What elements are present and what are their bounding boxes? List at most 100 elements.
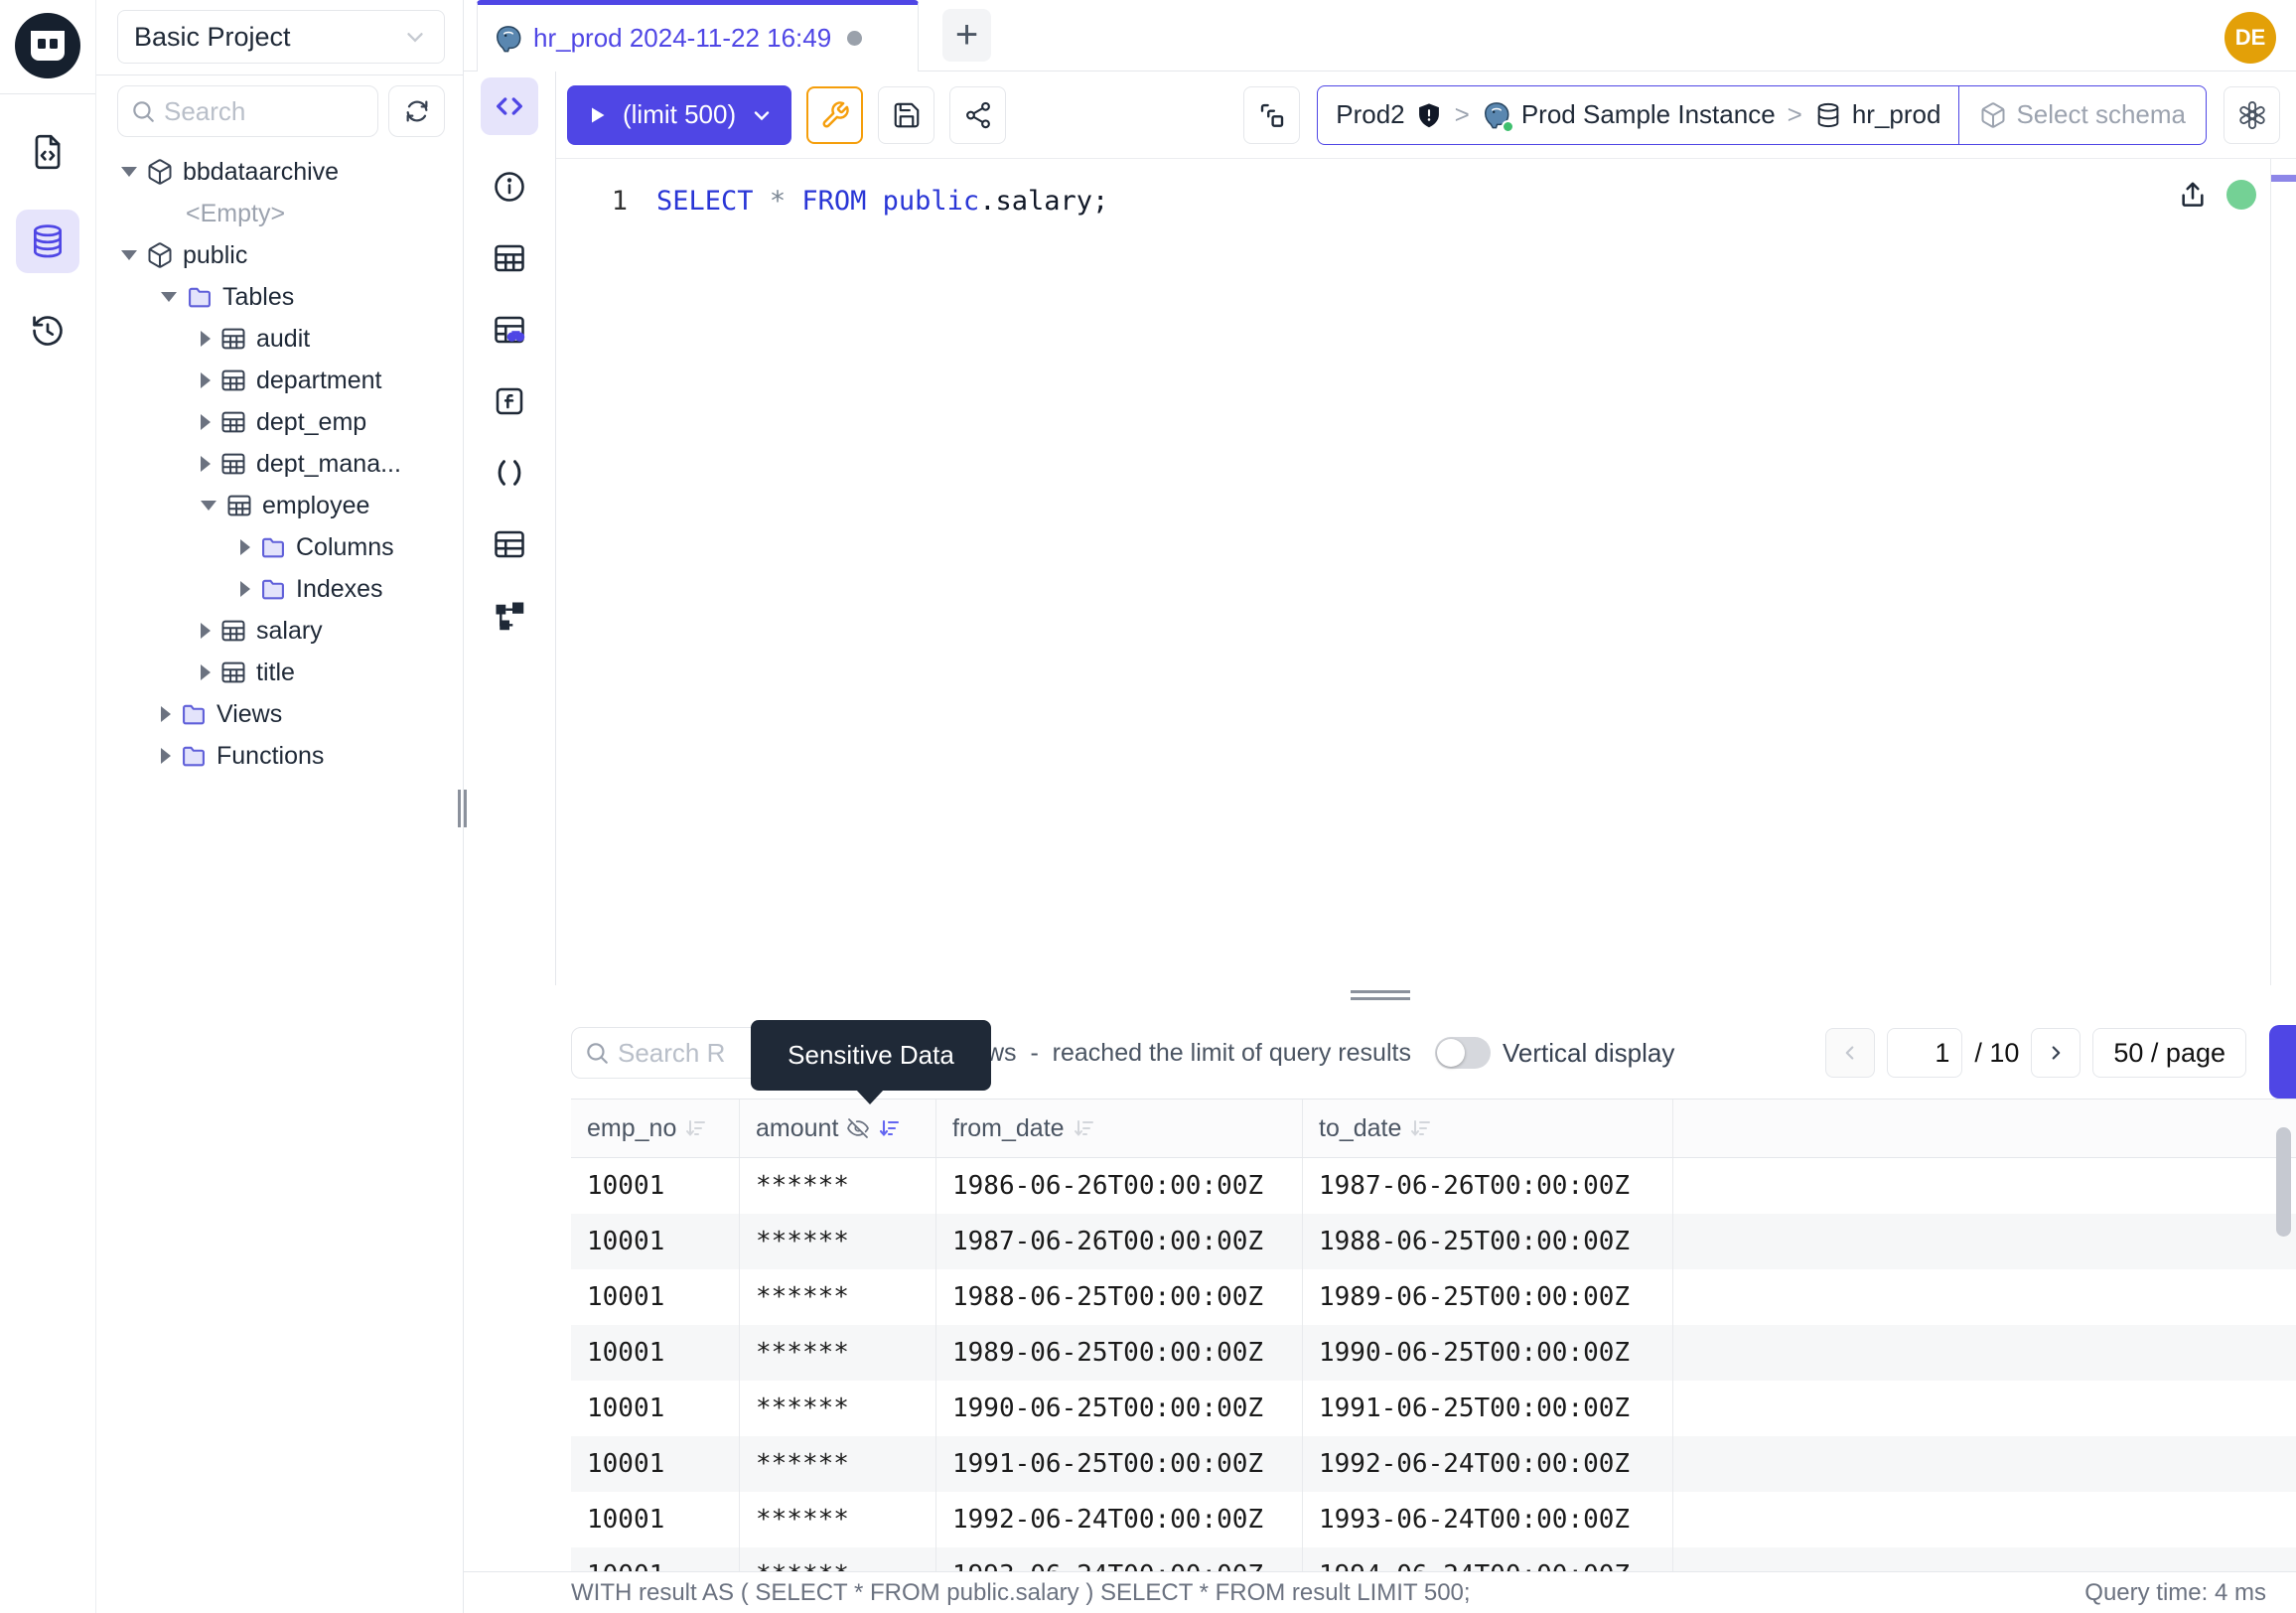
sort-icon[interactable] — [684, 1116, 708, 1140]
schema-selector[interactable]: Select schema — [1958, 86, 2206, 144]
tree-item-columns[interactable]: Columns — [96, 526, 463, 568]
results-table: emp_no amount — [571, 1099, 2296, 1571]
caret-down-icon[interactable] — [161, 292, 177, 302]
sidebar-resize-handle[interactable] — [458, 790, 468, 827]
caret-right-icon[interactable] — [161, 706, 171, 722]
info-pane-button[interactable] — [490, 167, 529, 207]
table-row[interactable]: 10001******1993-06-24T00:00:00Z1994-06-2… — [571, 1547, 2296, 1571]
worksheet-nav-button[interactable] — [16, 120, 79, 184]
table-row[interactable]: 10001******1989-06-25T00:00:00Z1990-06-2… — [571, 1325, 2296, 1381]
tree-item-department[interactable]: department — [96, 360, 463, 401]
table-row[interactable]: 10001******1992-06-24T00:00:00Z1993-06-2… — [571, 1492, 2296, 1547]
tree-item-dept-mana-[interactable]: dept_mana... — [96, 443, 463, 485]
tree-item-audit[interactable]: audit — [96, 318, 463, 360]
caret-down-icon[interactable] — [201, 501, 216, 511]
procedures-pane-button[interactable] — [490, 453, 529, 493]
chevron-down-icon[interactable] — [750, 103, 774, 127]
share-sheet-button[interactable] — [949, 86, 1006, 144]
masked-data-pane-button[interactable] — [490, 310, 529, 350]
table-cell — [1673, 1547, 2296, 1571]
sidebar-search-input[interactable] — [164, 96, 365, 127]
page-size-select[interactable]: 50 / page — [2092, 1028, 2246, 1078]
history-nav-button[interactable] — [16, 299, 79, 363]
sql-editor[interactable]: 1 SELECT * FROM public.salary; — [556, 159, 2296, 985]
caret-right-icon[interactable] — [201, 623, 211, 639]
bytebase-logo[interactable] — [13, 11, 82, 80]
caret-right-icon[interactable] — [201, 414, 211, 430]
code-brackets-icon — [493, 89, 526, 123]
next-page-button[interactable] — [2031, 1028, 2081, 1078]
prev-page-button[interactable] — [1825, 1028, 1875, 1078]
caret-right-icon[interactable] — [161, 748, 171, 764]
editor-scrollbar[interactable] — [2270, 159, 2296, 985]
caret-down-icon[interactable] — [121, 250, 137, 260]
table-row[interactable]: 10001******1990-06-25T00:00:00Z1991-06-2… — [571, 1381, 2296, 1436]
caret-down-icon[interactable] — [121, 167, 137, 177]
table-icon — [490, 240, 529, 276]
database-nav-button[interactable] — [16, 210, 79, 273]
tables-pane-button[interactable] — [490, 238, 529, 278]
column-header-amount[interactable]: amount — [740, 1100, 936, 1157]
tree-item-public[interactable]: public — [96, 234, 463, 276]
caret-right-icon[interactable] — [201, 456, 211, 472]
add-tab-button[interactable]: + — [942, 9, 991, 62]
refresh-icon — [403, 97, 431, 125]
external-tables-pane-button[interactable] — [490, 524, 529, 564]
tree-item-tables[interactable]: Tables — [96, 276, 463, 318]
caret-right-icon[interactable] — [201, 331, 211, 347]
tree-item-indexes[interactable]: Indexes — [96, 568, 463, 610]
tree-item-employee[interactable]: employee — [96, 485, 463, 526]
schema-diagram-pane-button[interactable] — [490, 596, 529, 636]
sort-icon[interactable] — [1409, 1116, 1433, 1140]
tree-item-title[interactable]: title — [96, 652, 463, 693]
save-sheet-button[interactable] — [878, 86, 934, 144]
table-row[interactable]: 10001******1987-06-26T00:00:00Z1988-06-2… — [571, 1214, 2296, 1269]
ai-assistant-button[interactable] — [2224, 86, 2280, 144]
tree-item-label: Tables — [222, 283, 294, 312]
table-row[interactable]: 10001******1988-06-25T00:00:00Z1989-06-2… — [571, 1269, 2296, 1325]
unsaved-dot-icon — [847, 31, 862, 46]
column-header-to-date[interactable]: to_date — [1303, 1100, 1673, 1157]
caret-right-icon[interactable] — [201, 372, 211, 388]
caret-right-icon[interactable] — [201, 664, 211, 680]
caret-right-icon[interactable] — [240, 581, 250, 597]
tree-item--empty-[interactable]: <Empty> — [96, 193, 463, 234]
sort-icon-active[interactable] — [878, 1116, 902, 1140]
table-row[interactable]: 10001******1991-06-25T00:00:00Z1992-06-2… — [571, 1436, 2296, 1492]
refresh-schema-button[interactable] — [388, 85, 445, 137]
tree-item-views[interactable]: Views — [96, 693, 463, 735]
tree-item-salary[interactable]: salary — [96, 610, 463, 652]
page-number-input[interactable] — [1887, 1028, 1962, 1078]
column-header-emp-no[interactable]: emp_no — [571, 1100, 740, 1157]
results-scrollbar-thumb[interactable] — [2276, 1127, 2291, 1237]
vertical-display-toggle[interactable] — [1435, 1037, 1491, 1069]
eye-off-icon[interactable] — [846, 1116, 870, 1140]
query-options-button[interactable] — [806, 86, 863, 144]
column-header-from-date[interactable]: from_date — [936, 1100, 1303, 1157]
table-row[interactable]: 10001******1986-06-26T00:00:00Z1987-06-2… — [571, 1158, 2296, 1214]
connection-button[interactable] — [1243, 86, 1300, 144]
sql-rest: .salary; — [979, 186, 1108, 217]
project-selector[interactable]: Basic Project — [117, 10, 445, 64]
panel-resize-divider[interactable] — [464, 985, 2296, 1005]
search-icon — [130, 98, 156, 124]
upload-icon[interactable] — [2177, 179, 2209, 211]
tree-item-functions[interactable]: Functions — [96, 735, 463, 777]
sql-keyword: FROM — [801, 186, 866, 217]
function-icon — [490, 383, 529, 419]
connection-breadcrumb[interactable]: Prod2 > Prod Sample Instance > — [1317, 85, 2207, 145]
run-query-button[interactable]: (limit 500) — [567, 85, 791, 145]
user-avatar[interactable]: DE — [2224, 12, 2276, 64]
tree-item-bbdataarchive[interactable]: bbdataarchive — [96, 151, 463, 193]
caret-right-icon[interactable] — [240, 539, 250, 555]
database-stack-icon — [1814, 101, 1842, 129]
sort-icon[interactable] — [1073, 1116, 1096, 1140]
run-label: (limit 500) — [623, 99, 736, 130]
sql-editor-pane-button[interactable] — [481, 77, 538, 135]
link-icon — [1257, 100, 1287, 130]
pagination: / 10 50 / page — [1825, 1028, 2296, 1078]
export-button[interactable] — [2269, 1025, 2296, 1099]
functions-pane-button[interactable] — [490, 381, 529, 421]
tree-item-dept-emp[interactable]: dept_emp — [96, 401, 463, 443]
tab-hr-prod[interactable]: hr_prod 2024-11-22 16:49 — [477, 0, 919, 72]
